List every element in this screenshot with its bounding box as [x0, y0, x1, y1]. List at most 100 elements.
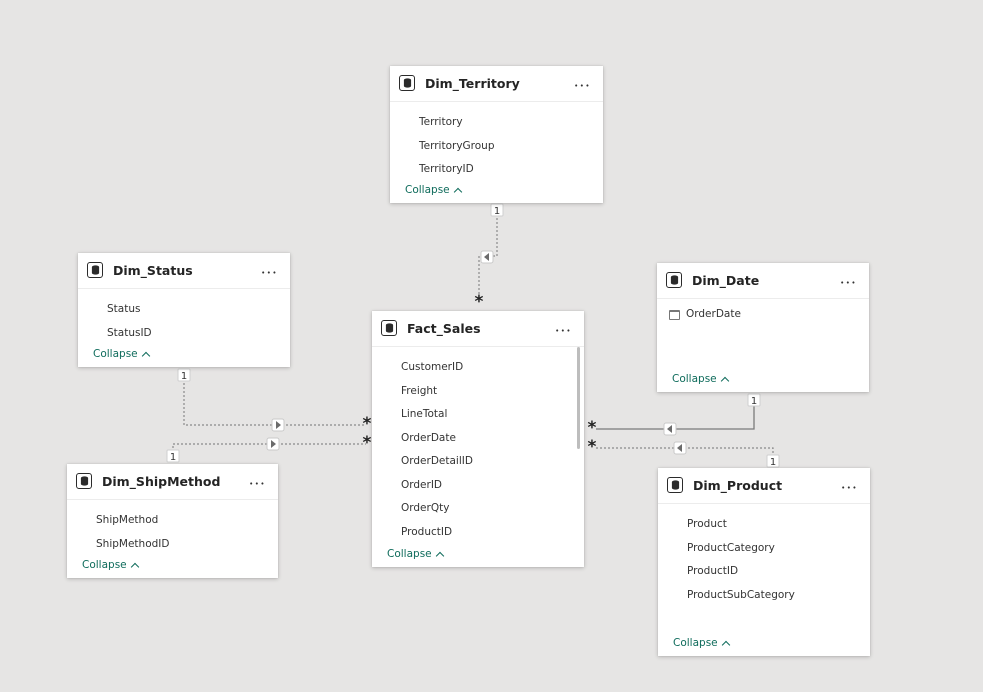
field-label: Territory	[419, 116, 463, 128]
field-label: OrderID	[401, 478, 443, 491]
chevron-up-icon	[721, 640, 730, 649]
collapse-label: Collapse	[405, 184, 450, 196]
collapse-button[interactable]: Collapse	[93, 348, 150, 360]
collapse-label: Collapse	[672, 373, 717, 385]
table-header[interactable]: Dim_Territory •••	[390, 66, 603, 102]
field-row[interactable]: ProductID	[658, 560, 870, 584]
svg-text:1: 1	[494, 206, 500, 217]
collapse-button[interactable]: Collapse	[405, 184, 462, 196]
table-card-date[interactable]: Dim_Date ••• OrderDate Collapse	[657, 263, 869, 392]
table-header[interactable]: Dim_Status •••	[78, 253, 290, 289]
more-options-icon[interactable]: •••	[840, 276, 857, 290]
field-row[interactable]: ProductCategory	[658, 537, 870, 561]
filter-direction-territory	[480, 250, 494, 264]
chevron-up-icon	[130, 562, 139, 571]
field-label: TerritoryID	[419, 163, 474, 175]
table-header[interactable]: Dim_Date •••	[657, 263, 869, 299]
field-row[interactable]: OrderQty	[372, 497, 584, 521]
relationship-line-status	[183, 375, 366, 426]
scrollbar[interactable]	[577, 347, 580, 449]
cardinality-one-product: 1	[766, 454, 780, 468]
field-row[interactable]: TerritoryID	[390, 158, 603, 182]
table-title: Dim_Territory	[425, 76, 520, 91]
table-card-product[interactable]: Dim_Product ••• Product ProductCategory Prod…	[658, 468, 870, 656]
more-options-icon[interactable]: •••	[555, 324, 572, 338]
field-list: CustomerID Freight LineTotal OrderDate Order…	[372, 347, 584, 544]
table-header[interactable]: Dim_ShipMethod •••	[67, 464, 278, 500]
field-label: ShipMethod	[96, 514, 159, 526]
field-label: StatusID	[107, 326, 152, 339]
table-icon	[399, 75, 415, 91]
field-label: OrderQty	[401, 502, 450, 514]
table-icon	[87, 262, 103, 278]
svg-text:1: 1	[770, 457, 776, 468]
field-row[interactable]: LineTotal	[372, 403, 584, 427]
field-list: Status StatusID	[78, 289, 290, 345]
collapse-button[interactable]: Collapse	[387, 548, 444, 560]
field-label: OrderDetailID	[401, 455, 473, 467]
field-label: Product	[687, 518, 727, 530]
table-header[interactable]: Dim_Product •••	[658, 468, 870, 504]
cardinality-many-product: *	[588, 437, 597, 457]
cardinality-many-shipmethod: *	[363, 433, 372, 453]
field-row[interactable]: ShipMethod	[67, 509, 278, 533]
calendar-icon	[669, 309, 680, 320]
field-row[interactable]: ShipMethodID	[67, 533, 278, 557]
field-label: OrderDate	[401, 431, 456, 444]
field-row[interactable]: ProductSubCategory	[658, 584, 870, 608]
table-title: Dim_ShipMethod	[102, 474, 221, 489]
field-row[interactable]: StatusID	[78, 322, 290, 346]
field-label: ProductID	[687, 565, 739, 577]
field-list: ShipMethod ShipMethodID	[67, 500, 278, 556]
collapse-label: Collapse	[93, 348, 138, 360]
field-row[interactable]: Freight	[372, 380, 584, 404]
table-icon	[381, 320, 397, 336]
field-row[interactable]: OrderDate	[657, 303, 869, 327]
field-label: TerritoryGroup	[419, 139, 495, 152]
table-header[interactable]: Fact_Sales •••	[372, 311, 584, 347]
chevron-up-icon	[141, 351, 150, 360]
field-list: Product ProductCategory ProductID ProductSu…	[658, 504, 870, 607]
field-label: Status	[107, 303, 141, 315]
filter-direction-date	[663, 422, 677, 436]
chevron-up-icon	[435, 551, 444, 560]
collapse-button[interactable]: Collapse	[673, 637, 730, 649]
collapse-button[interactable]: Collapse	[672, 373, 729, 385]
field-label: Freight	[401, 384, 438, 397]
table-card-status[interactable]: Dim_Status ••• Status StatusID Collapse	[78, 253, 290, 367]
field-label: ProductCategory	[687, 541, 775, 554]
field-row[interactable]: OrderID	[372, 474, 584, 498]
model-canvas[interactable]: 1 * 1 * 1 * 1 * 1 * Dim_Territory ••• Territory Terr…	[0, 0, 983, 692]
field-label: LineTotal	[401, 408, 448, 420]
svg-text:1: 1	[170, 452, 176, 463]
cardinality-one-shipmethod: 1	[166, 449, 180, 463]
more-options-icon[interactable]: •••	[261, 266, 278, 280]
more-options-icon[interactable]: •••	[249, 477, 266, 491]
field-row[interactable]: TerritoryGroup	[390, 135, 603, 159]
cardinality-many-status: *	[363, 414, 372, 434]
chevron-up-icon	[720, 376, 729, 385]
table-card-shipmethod[interactable]: Dim_ShipMethod ••• ShipMethod ShipMethodID C…	[67, 464, 278, 578]
field-row[interactable]: Status	[78, 298, 290, 322]
table-card-territory[interactable]: Dim_Territory ••• Territory TerritoryGroup T…	[390, 66, 603, 203]
more-options-icon[interactable]: •••	[574, 79, 591, 93]
collapse-label: Collapse	[673, 637, 718, 649]
cardinality-many-date: *	[588, 418, 597, 438]
collapse-label: Collapse	[82, 559, 127, 571]
field-label: ShipMethodID	[96, 537, 170, 550]
field-row[interactable]: OrderDate	[372, 427, 584, 451]
field-row[interactable]: CustomerID	[372, 356, 584, 380]
table-icon	[666, 272, 682, 288]
svg-text:1: 1	[751, 396, 757, 407]
field-row[interactable]: OrderDetailID	[372, 450, 584, 474]
more-options-icon[interactable]: •••	[841, 481, 858, 495]
field-row[interactable]: ProductID	[372, 521, 584, 545]
cardinality-one-territory: 1	[490, 203, 504, 217]
table-card-sales[interactable]: Fact_Sales ••• CustomerID Freight LineTotal O…	[372, 311, 584, 567]
cardinality-one-status: 1	[177, 368, 191, 382]
table-title: Fact_Sales	[407, 321, 481, 336]
filter-direction-status	[271, 418, 285, 432]
collapse-button[interactable]: Collapse	[82, 559, 139, 571]
field-row[interactable]: Product	[658, 513, 870, 537]
field-row[interactable]: Territory	[390, 111, 603, 135]
